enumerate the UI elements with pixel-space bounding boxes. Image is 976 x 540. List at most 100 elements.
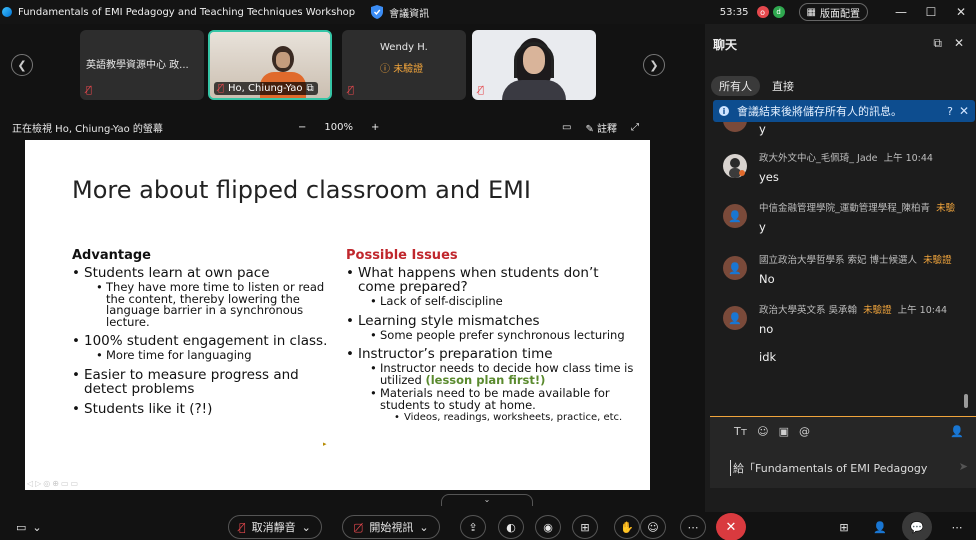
viewing-label: 正在檢視 Ho, Chiung-Yao 的螢幕	[12, 123, 163, 135]
apps-icon[interactable]: ◐	[498, 515, 524, 539]
mic-muted-icon: 🎙̸	[239, 520, 246, 534]
message-text: no	[759, 322, 774, 336]
sub-bullet: Materials need to be made available for …	[346, 387, 636, 411]
zoom-in-button[interactable]: +	[371, 122, 379, 133]
chat-tabs: 所有人 直接	[711, 76, 802, 96]
participants-icon[interactable]: 👤	[870, 515, 890, 539]
zoom-controls: − 100% +	[298, 122, 379, 133]
participant-name: Ho, Chiung-Yao	[228, 83, 303, 94]
meeting-info-link[interactable]: 會議資訊	[389, 5, 429, 20]
sub-bullet: More time for languaging	[72, 349, 342, 362]
emoji-icon[interactable]: ☺	[757, 425, 768, 438]
participant-name-chip: 🎙̸ Ho, Chiung-Yao ⧉	[214, 82, 318, 95]
participant-video-strip: ❮ 英語教學資源中心 政... 🎙̸ 🎙̸ Ho, Chiung-Yao ⧉ W…	[0, 24, 705, 112]
strip-next-icon[interactable]: ❯	[643, 54, 665, 76]
window-title: Fundamentals of EMI Pedagogy and Teachin…	[18, 6, 356, 18]
apps-panel-icon[interactable]: ⊞	[834, 515, 854, 539]
participant-tile-active-speaker[interactable]: 🎙̸ Ho, Chiung-Yao ⧉	[208, 30, 332, 100]
shield-icon[interactable]	[371, 5, 384, 19]
sender-line: 政治大學英文系 吳承翰 未驗證 上午 10:44	[759, 305, 948, 316]
record-icon[interactable]: ◉	[535, 515, 561, 539]
close-icon[interactable]: ✕	[946, 5, 976, 19]
layout-button[interactable]: ▦ 版面配置	[798, 3, 868, 21]
participant-tile[interactable]: Wendy H. ⓘ 未驗證 🎙̸	[342, 30, 466, 100]
message-text: idk	[759, 350, 777, 364]
captions-button[interactable]: ▭ ⌄	[16, 515, 42, 539]
minimize-icon[interactable]: —	[886, 5, 916, 19]
chat-toggle-icon[interactable]: 💬	[902, 512, 932, 540]
raise-hand-icon[interactable]: ✋	[614, 515, 640, 539]
slide-title: More about flipped classroom and EMI	[72, 176, 531, 204]
participant-name: Wendy H.	[380, 42, 428, 53]
bullet: Instructor’s preparation time	[346, 347, 636, 361]
bullet: Students like it (?!)	[72, 402, 342, 416]
title-bar: Fundamentals of EMI Pedagogy and Teachin…	[0, 0, 976, 24]
strip-prev-icon[interactable]: ❮	[11, 54, 33, 76]
more-panels-icon[interactable]: ⋯	[948, 515, 966, 539]
popout-icon[interactable]: ⧉	[933, 36, 942, 51]
chat-message-list: y 政大外文中心_毛佩琦_ Jade 上午 10:44 yes 👤 中信金融管理…	[705, 122, 976, 412]
sender-line: 國立政治大學哲學系 索妃 博士候選人 未驗證	[759, 255, 952, 266]
sub-bullet: Instructor needs to decide how class tim…	[346, 362, 636, 386]
chevron-down-icon: ⌄	[419, 520, 429, 534]
tab-everyone[interactable]: 所有人	[711, 76, 760, 96]
bullet: Learning style mismatches	[346, 314, 636, 328]
chat-scrollbar[interactable]	[964, 394, 968, 408]
bullet: Easier to measure progress and detect pr…	[72, 368, 342, 396]
chat-compose-box: Tт ☺ ▣ @ 👤 給「Fundamentals of EMI Pedagog…	[710, 416, 976, 488]
unverified-badge: ⓘ 未驗證	[380, 64, 424, 75]
tab-direct[interactable]: 直接	[764, 76, 802, 96]
webex-logo-icon	[2, 7, 12, 17]
send-icon[interactable]: ➤	[959, 460, 968, 473]
pen-icon: ✎	[585, 123, 594, 135]
help-icon[interactable]: ?	[947, 105, 953, 118]
message-text: yes	[759, 170, 779, 184]
close-chat-icon[interactable]: ✕	[954, 36, 964, 51]
info-icon: i	[719, 106, 729, 116]
maximize-icon[interactable]: ☐	[916, 5, 946, 19]
sub-sub-bullet: Videos, readings, worksheets, practice, …	[346, 413, 636, 424]
participant-video-body	[502, 80, 566, 100]
avatar: 👤	[723, 256, 747, 280]
annotate-button[interactable]: ✎ 註釋	[585, 120, 617, 135]
sender-line: 政大外文中心_毛佩琦_ Jade 上午 10:44	[759, 153, 933, 164]
recording-indicator-icon: o	[756, 6, 769, 18]
chat-panel: 聊天 ⧉ ✕ 所有人 直接 i 會議結束後將儲存所有人的訊息。 ? ✕ y 政大…	[705, 24, 976, 540]
avatar	[723, 154, 747, 178]
participant-tile[interactable]: 英語教學資源中心 政... 🎙̸	[80, 30, 204, 100]
mic-muted-icon: 🎙̸	[86, 85, 93, 96]
reactions-icon[interactable]: ☺	[640, 515, 666, 539]
connection-status-icon: d	[772, 6, 785, 18]
leave-meeting-icon[interactable]: ✕	[716, 513, 746, 540]
screen-share-toolbar: 正在檢視 Ho, Chiung-Yao 的螢幕 − 100% + ▭ ✎ 註釋 …	[0, 116, 705, 138]
avatar: 👤	[723, 306, 747, 330]
sub-bullet: They have more time to listen or read th…	[72, 281, 342, 328]
participant-tile[interactable]: 🎙̸	[472, 30, 596, 100]
sub-bullet: Some people prefer synchronous lecturing	[346, 329, 636, 342]
recipient-icon[interactable]: 👤	[950, 425, 964, 438]
zoom-out-button[interactable]: −	[298, 122, 306, 133]
collapse-toolbar-tab[interactable]: ⌄	[441, 494, 533, 506]
fit-screen-icon[interactable]: ▭	[562, 122, 571, 133]
more-options-icon[interactable]: ⋯	[680, 515, 706, 539]
chat-save-notice: i 會議結束後將儲存所有人的訊息。 ? ✕	[713, 100, 975, 122]
start-video-button[interactable]: ▢̸ 開始視訊 ⌄	[342, 515, 440, 539]
dismiss-notice-icon[interactable]: ✕	[959, 104, 969, 118]
share-icon[interactable]: ⇪	[460, 515, 486, 539]
sub-bullet: Lack of self-discipline	[346, 295, 636, 308]
layout-grid-icon[interactable]: ⊞	[572, 515, 598, 539]
advantages-heading: Advantage	[72, 248, 151, 263]
zoom-level[interactable]: 100%	[324, 122, 353, 133]
mention-icon[interactable]: @	[799, 425, 810, 438]
video-off-icon: ▢̸	[353, 520, 364, 534]
bullet: 100% student engagement in class.	[72, 334, 342, 348]
gif-icon[interactable]: ▣	[779, 425, 789, 438]
fullscreen-icon[interactable]: ⤢	[631, 122, 639, 133]
mic-muted-icon: 🎙̸	[218, 83, 225, 94]
sender-line: 中信金融管理學院_運動管理學程_陳柏青 未驗	[759, 203, 956, 214]
bullet: Students learn at own pace	[72, 266, 342, 280]
unmute-button[interactable]: 🎙̸ 取消靜音 ⌄	[228, 515, 322, 539]
chat-message-input[interactable]: 給「Fundamentals of EMI Pedagogy	[730, 460, 950, 476]
text-format-icon[interactable]: Tт	[734, 425, 747, 438]
chevron-down-icon: ⌄	[32, 520, 42, 534]
